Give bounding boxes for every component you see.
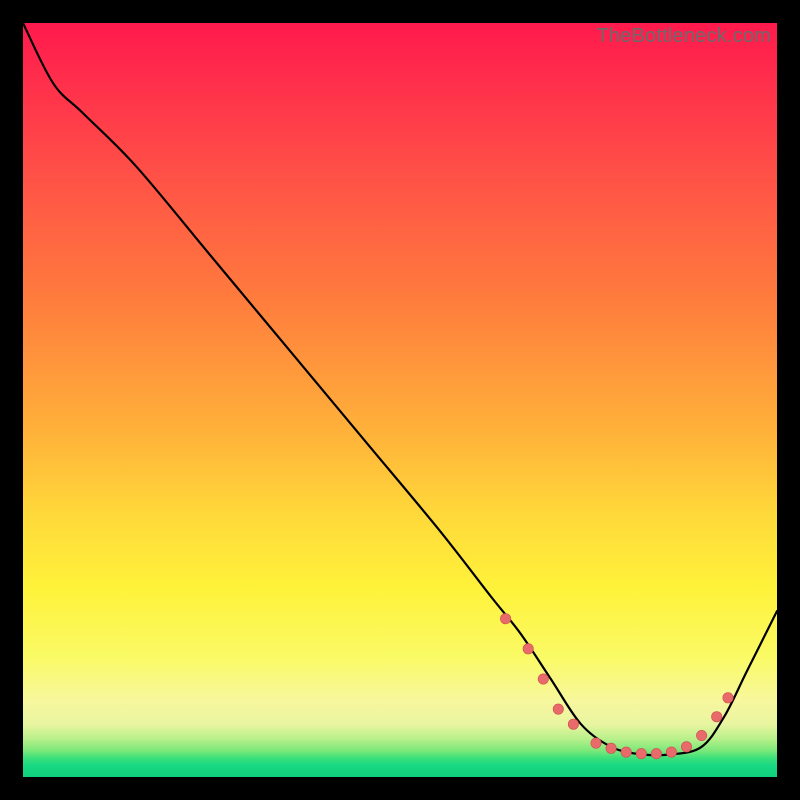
chart-marker: [723, 693, 733, 703]
chart-marker: [568, 719, 578, 729]
chart-marker: [696, 730, 706, 740]
chart-marker: [538, 674, 548, 684]
chart-marker: [553, 704, 563, 714]
chart-marker: [621, 747, 631, 757]
chart-stage: TheBottleneck.com: [0, 0, 800, 800]
chart-marker: [500, 614, 510, 624]
chart-markers: [500, 614, 733, 759]
chart-marker: [712, 712, 722, 722]
chart-marker: [666, 747, 676, 757]
chart-marker: [523, 644, 533, 654]
chart-marker: [651, 748, 661, 758]
chart-curve: [23, 23, 777, 755]
chart-marker: [636, 748, 646, 758]
chart-plot-area: TheBottleneck.com: [23, 23, 777, 777]
chart-marker: [591, 738, 601, 748]
chart-overlay: [23, 23, 777, 777]
chart-marker: [606, 743, 616, 753]
chart-marker: [681, 742, 691, 752]
